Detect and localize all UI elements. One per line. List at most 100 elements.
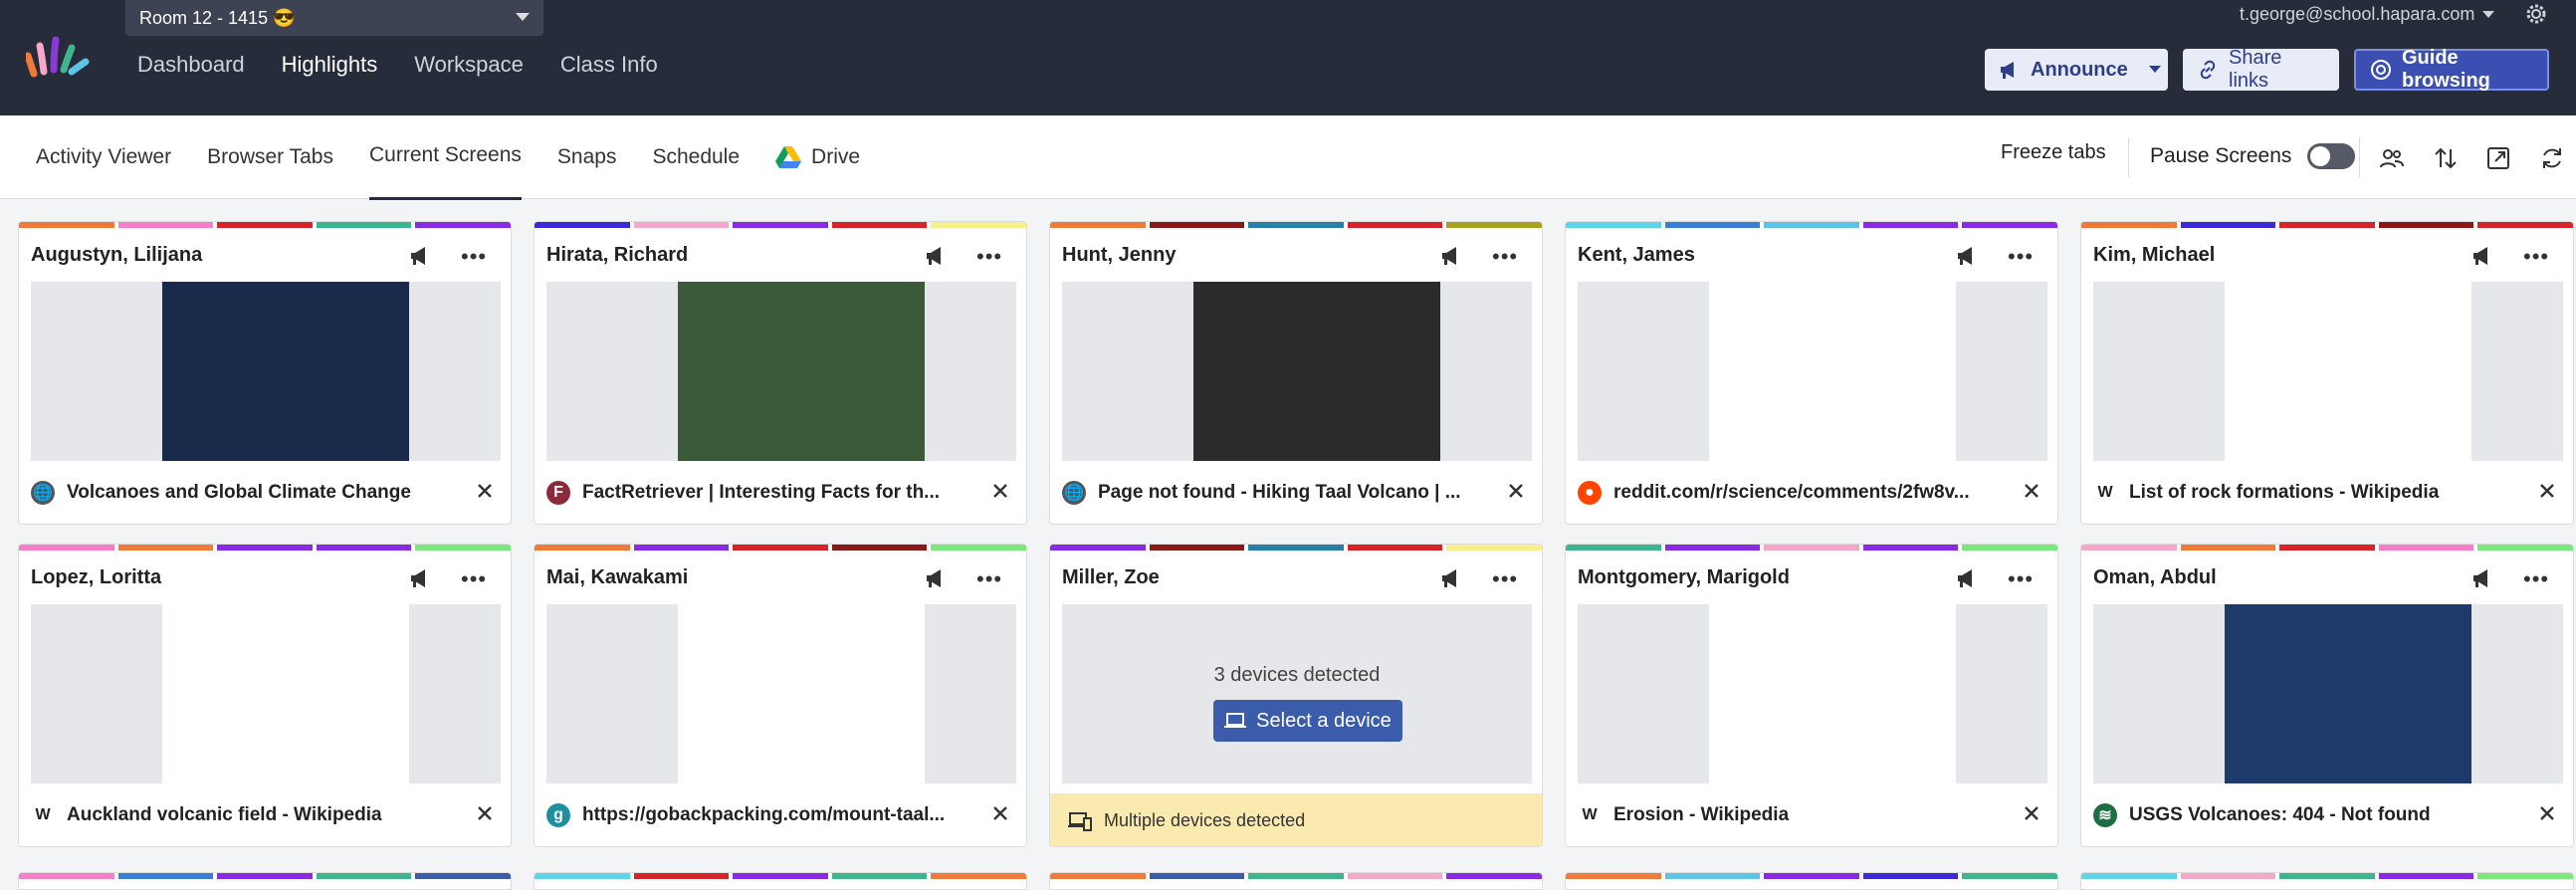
more-options-icon[interactable]: •••: [1492, 566, 1518, 592]
student-name: Mai, Kawakami: [546, 566, 689, 588]
close-tab-icon[interactable]: [1506, 481, 1526, 501]
more-options-icon[interactable]: •••: [2523, 566, 2549, 592]
megaphone-icon[interactable]: [1956, 568, 1980, 588]
screen-thumbnail[interactable]: [1062, 282, 1532, 461]
student-card[interactable]: Hirata, Richard ••• F FactRetriever | Inter…: [534, 221, 1027, 525]
tab-title: Volcanoes and Global Climate Change: [67, 482, 411, 503]
chevron-down-icon[interactable]: [2148, 65, 2162, 75]
screen-thumbnail[interactable]: [31, 604, 501, 783]
group-color-stripe: [1566, 545, 2057, 551]
student-card[interactable]: Lopez, Loritta ••• W Auckland volcanic fiel…: [18, 544, 512, 847]
student-card[interactable]: Kim, Michael ••• W List of rock formations …: [2080, 221, 2574, 525]
student-card[interactable]: Mai, Kawakami ••• g https://gobackpacking.c…: [534, 544, 1027, 847]
select-device-button[interactable]: Select a device: [1213, 700, 1402, 742]
tab-title: https://gobackpacking.com/mount-taal...: [582, 804, 946, 825]
screen-thumbnail[interactable]: [2093, 282, 2563, 461]
megaphone-icon[interactable]: [409, 246, 433, 266]
caret-down-icon: [2482, 11, 2495, 18]
sort-icon[interactable]: [2433, 145, 2459, 171]
pause-screens-toggle[interactable]: [2307, 143, 2356, 169]
screen-thumbnail[interactable]: [1578, 604, 2047, 783]
link-icon: [2200, 60, 2216, 80]
active-tab[interactable]: F FactRetriever | Interesting Facts for t…: [546, 475, 1016, 511]
screen-thumbnail[interactable]: [546, 604, 1016, 783]
group-icon[interactable]: [2379, 145, 2405, 171]
nav-highlights[interactable]: Highlights: [282, 52, 378, 84]
more-options-icon[interactable]: •••: [976, 244, 1002, 270]
megaphone-icon[interactable]: [2471, 568, 2495, 588]
hapara-logo[interactable]: [26, 36, 96, 78]
student-card[interactable]: Hunt, Jenny ••• 🌐 Page not found - Hiking T…: [1049, 221, 1543, 525]
active-tab[interactable]: 🌐 Page not found - Hiking Taal Volcano | …: [1062, 475, 1532, 511]
megaphone-icon[interactable]: [925, 568, 949, 588]
pause-screens-control[interactable]: Pause Screens: [2150, 143, 2356, 169]
active-tab[interactable]: W List of rock formations - Wikipedia: [2093, 475, 2563, 511]
close-tab-icon[interactable]: [2537, 803, 2557, 823]
share-links-label: Share links: [2229, 47, 2282, 92]
tab-activity-viewer[interactable]: Activity Viewer: [36, 143, 171, 200]
megaphone-icon[interactable]: [2471, 246, 2495, 266]
guide-browsing-button[interactable]: Guide browsing: [2354, 47, 2549, 92]
account-menu[interactable]: t.george@school.hapara.com: [2240, 4, 2495, 25]
close-tab-icon[interactable]: [475, 481, 495, 501]
student-card[interactable]: Oman, Abdul ••• ≋ USGS Volcanoes: 404 - Not…: [2080, 544, 2574, 847]
student-card-partial: [2080, 872, 2574, 890]
active-tab[interactable]: 🌐 Volcanoes and Global Climate Change: [31, 475, 501, 511]
megaphone-icon[interactable]: [1440, 246, 1464, 266]
megaphone-icon[interactable]: [925, 246, 949, 266]
nav-dashboard[interactable]: Dashboard: [137, 52, 245, 84]
close-tab-icon[interactable]: [2022, 803, 2041, 823]
screen-thumbnail[interactable]: [546, 282, 1016, 461]
student-name: Hirata, Richard: [546, 244, 689, 266]
more-options-icon[interactable]: •••: [461, 244, 487, 270]
active-tab[interactable]: g https://gobackpacking.com/mount-taal...: [546, 797, 1016, 833]
announce-button[interactable]: Announce: [1985, 49, 2168, 91]
tab-schedule[interactable]: Schedule: [652, 143, 740, 200]
nav-workspace[interactable]: Workspace: [414, 52, 524, 84]
gobackpacking-icon: g: [546, 803, 570, 827]
active-tab[interactable]: ● reddit.com/r/science/comments/2fw8v...: [1578, 475, 2047, 511]
expand-icon[interactable]: [2485, 145, 2511, 171]
close-tab-icon[interactable]: [475, 803, 495, 823]
group-color-stripe: [535, 222, 1026, 228]
student-card[interactable]: Kent, James ••• ● reddit.com/r/science/comm…: [1565, 221, 2058, 525]
student-card[interactable]: Montgomery, Marigold ••• W Erosion - Wikipe…: [1565, 544, 2058, 847]
more-options-icon[interactable]: •••: [976, 566, 1002, 592]
tab-current-screens[interactable]: Current Screens: [369, 143, 522, 200]
more-options-icon[interactable]: •••: [461, 566, 487, 592]
more-options-icon[interactable]: •••: [1492, 244, 1518, 270]
room-selector[interactable]: Room 12 - 1415 😎: [125, 0, 543, 36]
refresh-icon[interactable]: [2539, 145, 2565, 171]
screen-thumbnail[interactable]: [31, 282, 501, 461]
more-options-icon[interactable]: •••: [2008, 566, 2034, 592]
more-options-icon[interactable]: •••: [2008, 244, 2034, 270]
megaphone-icon[interactable]: [409, 568, 433, 588]
tab-browser-tabs[interactable]: Browser Tabs: [207, 143, 333, 200]
student-card[interactable]: Miller, Zoe ••• 3 devices detected Select a…: [1049, 544, 1543, 847]
close-tab-icon[interactable]: [990, 803, 1010, 823]
close-tab-icon[interactable]: [990, 481, 1010, 501]
wikipedia-icon: W: [31, 803, 55, 827]
student-card[interactable]: Augustyn, Lilijana ••• 🌐 Volcanoes and Glob…: [18, 221, 512, 525]
screen-thumbnail[interactable]: [2093, 604, 2563, 783]
nav-class-info[interactable]: Class Info: [560, 52, 658, 84]
megaphone-icon[interactable]: [1440, 568, 1464, 588]
freeze-tabs-button[interactable]: Freeze tabs: [2001, 141, 2106, 164]
gear-icon[interactable]: [2524, 2, 2548, 26]
announce-label: Announce: [2031, 58, 2128, 81]
close-tab-icon[interactable]: [2022, 481, 2041, 501]
more-options-icon[interactable]: •••: [2523, 244, 2549, 270]
tab-title: FactRetriever | Interesting Facts for th…: [582, 482, 941, 503]
share-links-button[interactable]: Share links: [2183, 47, 2339, 92]
tab-title: List of rock formations - Wikipedia: [2129, 482, 2440, 503]
tab-snaps[interactable]: Snaps: [557, 143, 617, 200]
active-tab[interactable]: ≋ USGS Volcanoes: 404 - Not found: [2093, 797, 2563, 833]
active-tab[interactable]: W Erosion - Wikipedia: [1578, 797, 2047, 833]
close-tab-icon[interactable]: [2537, 481, 2557, 501]
tab-drive[interactable]: Drive: [775, 143, 860, 200]
screenshot-image: [1709, 604, 1956, 783]
student-card-partial: [1565, 872, 2058, 890]
active-tab[interactable]: W Auckland volcanic field - Wikipedia: [31, 797, 501, 833]
screen-thumbnail[interactable]: [1578, 282, 2047, 461]
megaphone-icon[interactable]: [1956, 246, 1980, 266]
